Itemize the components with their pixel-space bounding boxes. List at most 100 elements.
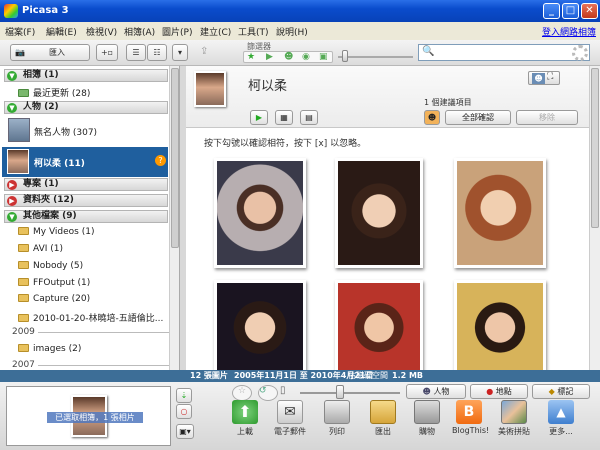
folder-tree-button[interactable]: ☷ bbox=[147, 44, 167, 61]
disk-size: 1.2 MB bbox=[392, 371, 424, 380]
album-icon bbox=[18, 89, 29, 97]
collage-button[interactable]: ▦ bbox=[275, 110, 293, 125]
folder-icon bbox=[18, 344, 29, 352]
more-button[interactable]: ▲ 更多... bbox=[544, 400, 578, 437]
expand-icon[interactable]: ▼ bbox=[7, 212, 17, 222]
photo-thumbnail[interactable] bbox=[214, 158, 306, 268]
menu-create[interactable]: 建立(C) bbox=[200, 25, 231, 38]
folder-item[interactable]: Capture (20) bbox=[18, 294, 90, 304]
zoom-slider[interactable] bbox=[300, 392, 400, 394]
tray-menu-button[interactable]: ▣▾ bbox=[176, 424, 194, 439]
help-icon[interactable]: ? bbox=[155, 155, 166, 166]
export-folder-icon bbox=[370, 400, 396, 424]
folder-icon bbox=[18, 314, 29, 322]
suggestion-badge-icon[interactable]: ☻ bbox=[424, 110, 440, 125]
collapse-icon[interactable]: ▶ bbox=[7, 180, 17, 190]
folder-item[interactable]: 2010-01-20-林曉培-五語倫比... bbox=[18, 311, 163, 324]
photo-thumbnail[interactable] bbox=[335, 280, 423, 370]
person-icon[interactable]: ☻ bbox=[284, 52, 293, 62]
person-title: 柯以柔 bbox=[248, 79, 288, 94]
filter-slider[interactable] bbox=[338, 56, 413, 58]
person-selected-row[interactable]: 柯以柔 (11) ? bbox=[2, 147, 168, 177]
folder-item[interactable]: My Videos (1) bbox=[18, 227, 94, 237]
printer-icon bbox=[324, 400, 350, 424]
collage-button-bottom[interactable]: 美術拼貼 bbox=[497, 400, 531, 437]
play-slideshow-button[interactable]: ▶ bbox=[250, 110, 268, 125]
uploaded-icon[interactable]: ▣ bbox=[319, 52, 328, 62]
sign-in-link[interactable]: 登入網路相簿 bbox=[542, 25, 596, 38]
menu-file[interactable]: 檔案(F) bbox=[5, 25, 35, 38]
expand-icon[interactable]: ▼ bbox=[7, 103, 17, 113]
folder-icon bbox=[18, 261, 29, 269]
photo-thumbnail[interactable] bbox=[454, 280, 546, 370]
menu-picture[interactable]: 圖片(P) bbox=[162, 25, 192, 38]
new-album-button[interactable]: +▫ bbox=[96, 44, 118, 61]
group-people[interactable]: ▼ 人物 (2) bbox=[4, 101, 168, 114]
video-icon[interactable]: ▶ bbox=[266, 52, 273, 62]
status-bar: 12 張圖片 2005年11月1日 至 2010年4月21日 佔磁碟空間 1.2… bbox=[0, 370, 600, 382]
group-folders[interactable]: ▶ 資料夾 (12) bbox=[4, 194, 168, 207]
import-button[interactable]: 📷 匯入 bbox=[10, 44, 90, 61]
minimize-button[interactable]: _ bbox=[543, 3, 560, 19]
folder-icon bbox=[18, 227, 29, 235]
people-button[interactable]: ☻ 人物 bbox=[406, 384, 466, 399]
geotag-icon[interactable]: ◉ bbox=[302, 52, 310, 62]
tags-button[interactable]: ◆ 標記 bbox=[532, 384, 590, 399]
expand-icon[interactable]: ▼ bbox=[7, 71, 17, 81]
folder-item[interactable]: Nobody (5) bbox=[18, 261, 83, 271]
window-title: Picasa 3 bbox=[22, 5, 69, 16]
photo-thumbnail[interactable] bbox=[454, 158, 546, 268]
picasa-app-icon bbox=[4, 4, 18, 18]
clear-button[interactable]: ○ bbox=[176, 404, 192, 419]
person-unnamed[interactable]: 無名人物 (307) bbox=[34, 125, 97, 138]
main-scrollbar[interactable] bbox=[589, 66, 600, 370]
close-button[interactable]: ✕ bbox=[581, 3, 598, 19]
menu-help[interactable]: 說明(H) bbox=[276, 25, 308, 38]
movie-button[interactable]: ▤ bbox=[300, 110, 318, 125]
blogthis-button[interactable]: B BlogThis! bbox=[452, 400, 489, 435]
folder-item[interactable]: images (2) bbox=[18, 344, 81, 354]
star-icon[interactable]: ★ bbox=[247, 52, 255, 62]
play-icon: ▶ bbox=[255, 113, 263, 122]
photo-thumbnail[interactable] bbox=[214, 280, 306, 370]
share-icon[interactable]: ⇪ bbox=[200, 46, 208, 57]
menu-tools[interactable]: 工具(T) bbox=[238, 25, 269, 38]
rotate-icon[interactable]: ↺ bbox=[258, 385, 278, 401]
menu-album[interactable]: 相簿(A) bbox=[124, 25, 155, 38]
zoom-icon: ▯ bbox=[280, 385, 286, 396]
group-projects[interactable]: ▶ 專案 (1) bbox=[4, 178, 168, 191]
maximize-button[interactable]: □ bbox=[562, 3, 579, 19]
star-toggle-icon[interactable]: ☆ bbox=[232, 385, 252, 401]
places-button[interactable]: ● 地點 bbox=[470, 384, 528, 399]
group-other-files[interactable]: ▼ 其他檔案 (9) bbox=[4, 210, 168, 223]
photo-count: 12 張圖片 bbox=[190, 371, 228, 380]
photo-thumbnail[interactable] bbox=[335, 158, 423, 268]
folder-item[interactable]: AVI (1) bbox=[18, 244, 63, 254]
folder-item[interactable]: FFOutput (1) bbox=[18, 278, 90, 288]
export-button[interactable]: 匯出 bbox=[366, 400, 400, 437]
more-arrow-icon: ▲ bbox=[548, 400, 574, 424]
scrollbar-thumb[interactable] bbox=[591, 68, 599, 228]
shop-button[interactable]: 購物 bbox=[410, 400, 444, 437]
upload-button[interactable]: ⬆ 上載 bbox=[228, 400, 262, 437]
search-input[interactable]: 🔍 bbox=[418, 44, 590, 61]
fullscreen-icon[interactable]: ⛶ bbox=[547, 72, 553, 82]
menu-edit[interactable]: 編輯(E) bbox=[46, 25, 77, 38]
zoom-slider-handle[interactable] bbox=[336, 385, 344, 399]
menu-view[interactable]: 檢視(V) bbox=[86, 25, 117, 38]
album-recent-updates[interactable]: 最近更新 (28) bbox=[18, 86, 90, 99]
email-button[interactable]: ✉ 電子郵件 bbox=[273, 400, 307, 437]
scrollbar-thumb[interactable] bbox=[171, 68, 179, 248]
person-view-icon[interactable]: ☻ bbox=[532, 73, 545, 84]
filter-slider-handle[interactable] bbox=[342, 50, 348, 62]
tree-view-button[interactable]: ☰ bbox=[126, 44, 146, 61]
person-avatar bbox=[7, 149, 29, 174]
view-dropdown-button[interactable]: ▾ bbox=[172, 44, 188, 61]
group-albums[interactable]: ▼ 相簿 (1) bbox=[4, 69, 168, 82]
library-scrollbar[interactable] bbox=[169, 66, 179, 370]
collapse-icon[interactable]: ▶ bbox=[7, 196, 17, 206]
remove-button[interactable]: 移除 bbox=[516, 110, 578, 125]
confirm-all-button[interactable]: 全部確認 bbox=[445, 110, 511, 125]
print-button[interactable]: 列印 bbox=[320, 400, 354, 437]
hold-button[interactable]: ⇣ bbox=[176, 388, 192, 403]
